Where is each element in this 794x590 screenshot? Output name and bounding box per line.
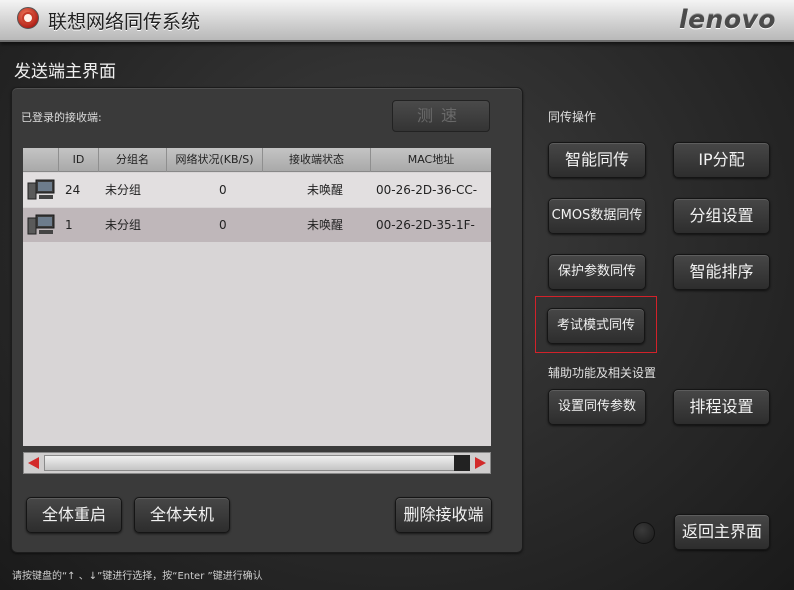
- cell-id: 1: [65, 218, 73, 232]
- scroll-thumb[interactable]: [454, 455, 470, 471]
- table-row[interactable]: 24 未分组 0 未唤醒 00-26-2D-36-CC-: [23, 173, 491, 207]
- receiver-table: ID 分组名 网络状况(KB/S) 接收端状态 MAC地址 24 未分组 0 未…: [23, 148, 491, 446]
- cell-id: 24: [65, 183, 81, 197]
- speed-test-button[interactable]: 测速: [392, 100, 490, 132]
- delete-receiver-button[interactable]: 删除接收端: [395, 497, 492, 533]
- set-sync-params-button[interactable]: 设置同传参数: [548, 389, 646, 425]
- cell-network: 0: [219, 183, 227, 197]
- cmos-sync-button[interactable]: CMOS数据同传: [548, 198, 646, 234]
- app-title: 联想网络同传系统: [48, 11, 201, 33]
- page-title: 发送端主界面: [14, 62, 116, 82]
- title-bar: 联想网络同传系统 lenovo: [0, 0, 794, 42]
- smart-sync-button[interactable]: 智能同传: [548, 142, 646, 178]
- table-row[interactable]: 1 未分组 0 未唤醒 00-26-2D-35-1F-: [23, 208, 491, 242]
- cell-mac: 00-26-2D-36-CC-: [376, 183, 478, 197]
- return-main-button[interactable]: 返回主界面: [674, 514, 770, 550]
- cell-group: 未分组: [105, 183, 142, 197]
- smart-sort-button[interactable]: 智能排序: [673, 254, 770, 290]
- horizontal-scrollbar[interactable]: [23, 452, 491, 474]
- schedule-settings-button[interactable]: 排程设置: [673, 389, 770, 425]
- cell-network: 0: [219, 218, 227, 232]
- aux-settings-label: 辅助功能及相关设置: [548, 366, 657, 380]
- computer-icon: [27, 179, 55, 200]
- header-network[interactable]: 网络状况(KB/S): [167, 148, 263, 172]
- logged-receivers-label: 已登录的接收端:: [21, 111, 102, 124]
- lenovo-brand-logo: lenovo: [679, 5, 776, 34]
- header-id[interactable]: ID: [59, 148, 99, 172]
- scroll-track[interactable]: [44, 455, 470, 471]
- cell-status: 未唤醒: [307, 218, 344, 232]
- header-group[interactable]: 分组名: [99, 148, 167, 172]
- computer-icon: [27, 214, 55, 235]
- shutdown-all-button[interactable]: 全体关机: [134, 497, 230, 533]
- ip-assign-button[interactable]: IP分配: [673, 142, 770, 178]
- header-icon-col: [23, 148, 59, 172]
- sync-ops-label: 同传操作: [548, 110, 597, 124]
- cell-mac: 00-26-2D-35-1F-: [376, 218, 475, 232]
- protect-param-sync-button[interactable]: 保护参数同传: [548, 254, 646, 290]
- keyboard-hint: 请按键盘的“↑ 、↓”键进行选择，按“Enter ”键进行确认: [12, 571, 263, 582]
- table-header: ID 分组名 网络状况(KB/S) 接收端状态 MAC地址: [23, 148, 491, 172]
- exam-mode-sync-button[interactable]: 考试模式同传: [547, 308, 645, 344]
- restart-all-button[interactable]: 全体重启: [26, 497, 122, 533]
- scroll-left-arrow-icon[interactable]: [26, 455, 42, 471]
- header-mac[interactable]: MAC地址: [371, 148, 491, 172]
- cell-group: 未分组: [105, 218, 142, 232]
- header-status[interactable]: 接收端状态: [263, 148, 371, 172]
- scroll-right-arrow-icon[interactable]: [472, 455, 488, 471]
- group-settings-button[interactable]: 分组设置: [673, 198, 770, 234]
- app-logo-icon: [17, 7, 39, 29]
- indicator-dot-icon: [633, 522, 655, 544]
- cell-status: 未唤醒: [307, 183, 344, 197]
